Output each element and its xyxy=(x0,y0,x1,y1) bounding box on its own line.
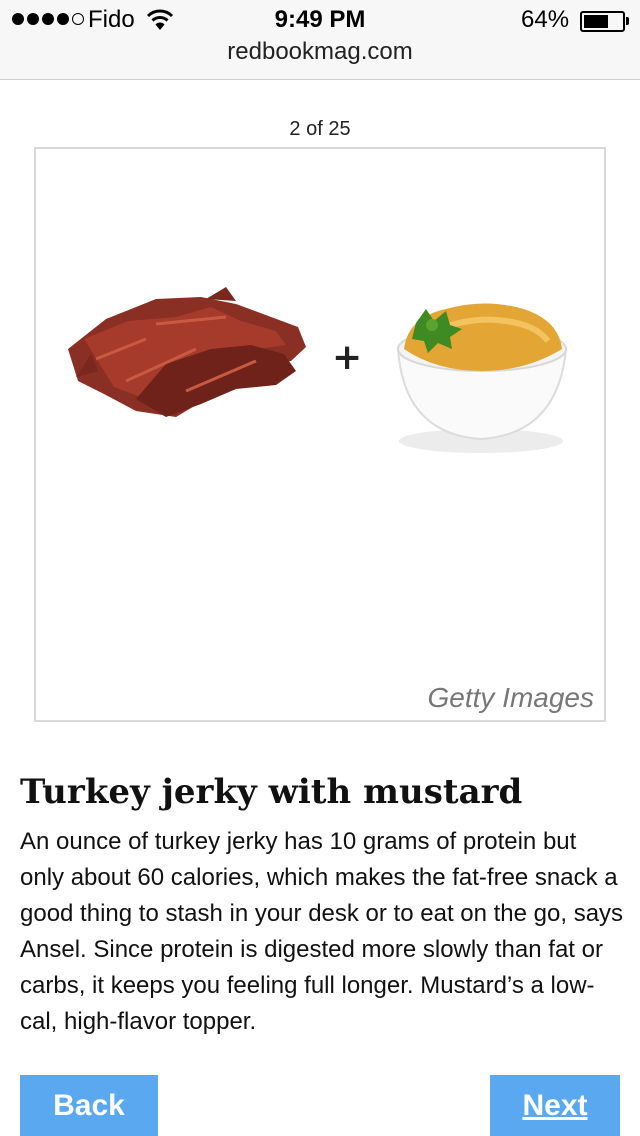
battery-fill xyxy=(584,15,608,28)
next-button[interactable]: Next xyxy=(490,1075,620,1136)
battery-icon xyxy=(580,11,625,32)
address-bar[interactable]: redbookmag.com xyxy=(0,38,640,66)
beef-jerky-icon xyxy=(68,287,306,417)
food-illustration xyxy=(68,287,568,453)
browser-chrome: Fido 9:49 PM 64% redbookmag.com xyxy=(0,0,640,80)
mustard-bowl-icon xyxy=(396,303,568,453)
slide-title: Turkey jerky with mustard xyxy=(20,772,523,812)
battery-percentage: 64% xyxy=(521,6,570,33)
status-bar: Fido 9:49 PM 64% xyxy=(0,0,640,40)
slide-image: + Getty Images xyxy=(34,147,606,722)
battery-tip xyxy=(626,17,629,25)
slide-description: An ounce of turkey jerky has 10 grams of… xyxy=(20,828,624,1035)
back-button[interactable]: Back xyxy=(20,1075,158,1136)
plus-icon: + xyxy=(332,337,363,378)
image-credit: Getty Images xyxy=(427,682,594,713)
slide-counter: 2 of 25 xyxy=(289,118,351,140)
